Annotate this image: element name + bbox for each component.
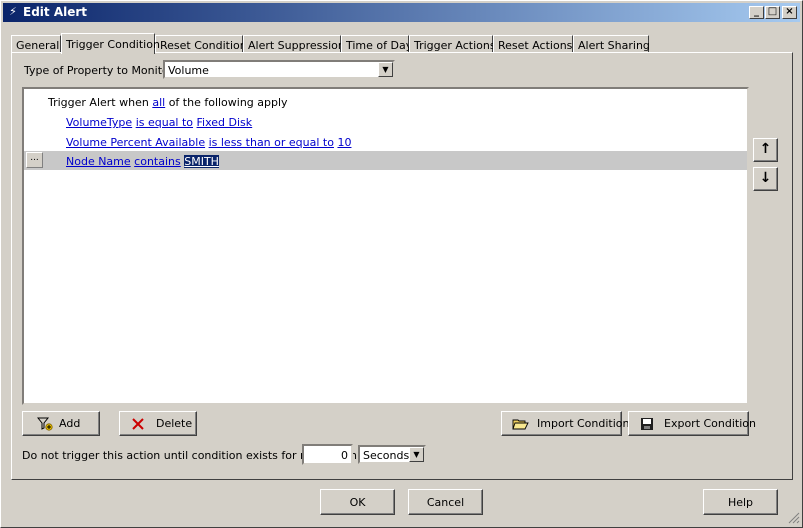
header-suffix: of the following apply xyxy=(168,96,288,109)
open-folder-icon xyxy=(512,419,529,430)
funnel-add-icon xyxy=(37,417,53,431)
condition-operator-link[interactable]: is equal to xyxy=(136,116,193,129)
tab-alert-sharing[interactable]: Alert Sharing xyxy=(573,35,650,52)
condition-header: Trigger Alert when all of the following … xyxy=(24,93,747,112)
arrow-up-icon: ↑ xyxy=(759,141,772,157)
maximize-button[interactable]: □ xyxy=(765,6,780,19)
tab-alert-suppression[interactable]: Alert Suppression xyxy=(243,35,345,52)
title-bar[interactable]: ⚡ Edit Alert _ □ × xyxy=(3,3,800,22)
condition-operator-link[interactable]: contains xyxy=(134,155,181,168)
close-button[interactable]: × xyxy=(782,6,797,19)
property-type-select[interactable]: Volume ▼ xyxy=(163,60,395,79)
condition-operator-link[interactable]: is less than or equal to xyxy=(209,136,334,149)
property-type-label: Type of Property to Monitor: xyxy=(24,64,177,77)
header-prefix: Trigger Alert when xyxy=(48,96,149,109)
export-condition-button[interactable]: Export Condition xyxy=(628,411,756,436)
tab-trigger-condition[interactable]: Trigger Condition xyxy=(61,33,160,54)
red-x-icon xyxy=(132,418,144,430)
scope-link[interactable]: all xyxy=(152,96,165,109)
tab-general[interactable]: General xyxy=(11,35,61,52)
tab-reset-condition[interactable]: Reset Condition xyxy=(155,35,247,52)
move-up-button[interactable]: ↑ xyxy=(753,138,778,162)
resize-grip-icon[interactable] xyxy=(786,510,800,524)
condition-field-link[interactable]: Volume Percent Available xyxy=(66,136,205,149)
condition-field-link[interactable]: VolumeType xyxy=(66,116,132,129)
condition-value-link[interactable]: SMITH xyxy=(184,155,219,168)
lightning-icon: ⚡ xyxy=(9,5,17,18)
delay-value-input[interactable]: 0 xyxy=(302,444,353,465)
condition-row[interactable]: Volume Percent Available is less than or… xyxy=(24,133,747,152)
import-condition-button[interactable]: Import Condition xyxy=(501,411,630,436)
move-down-button[interactable]: ↓ xyxy=(753,167,778,191)
chevron-down-icon[interactable]: ▼ xyxy=(409,447,424,462)
condition-list[interactable]: Trigger Alert when all of the following … xyxy=(22,87,749,405)
edit-alert-window: ⚡ Edit Alert _ □ × General Trigger Condi… xyxy=(0,0,803,528)
minimize-button[interactable]: _ xyxy=(749,6,764,19)
tab-trigger-actions[interactable]: Trigger Actions xyxy=(409,35,496,52)
arrow-down-icon: ↓ xyxy=(759,170,772,186)
condition-row[interactable]: VolumeType is equal to Fixed Disk xyxy=(24,113,747,132)
floppy-disk-icon xyxy=(641,418,653,430)
chevron-down-icon[interactable]: ▼ xyxy=(378,62,393,77)
help-button[interactable]: Help xyxy=(703,489,778,515)
delay-unit-select[interactable]: Seconds ▼ xyxy=(358,445,426,464)
window-title: Edit Alert xyxy=(23,5,88,19)
cancel-button[interactable]: Cancel xyxy=(408,489,483,515)
tab-reset-actions[interactable]: Reset Actions xyxy=(493,35,573,52)
add-button[interactable]: Add xyxy=(22,411,100,436)
condition-value-link[interactable]: 10 xyxy=(337,136,351,149)
ok-button[interactable]: OK xyxy=(320,489,395,515)
condition-value-link[interactable]: Fixed Disk xyxy=(197,116,253,129)
delete-button[interactable]: Delete xyxy=(119,411,197,436)
condition-field-link[interactable]: Node Name xyxy=(66,155,131,168)
tab-time-of-day[interactable]: Time of Day xyxy=(341,35,412,52)
condition-row-selected[interactable]: ... Node Name contains SMITH xyxy=(24,151,747,170)
row-options-button[interactable]: ... xyxy=(26,152,43,168)
